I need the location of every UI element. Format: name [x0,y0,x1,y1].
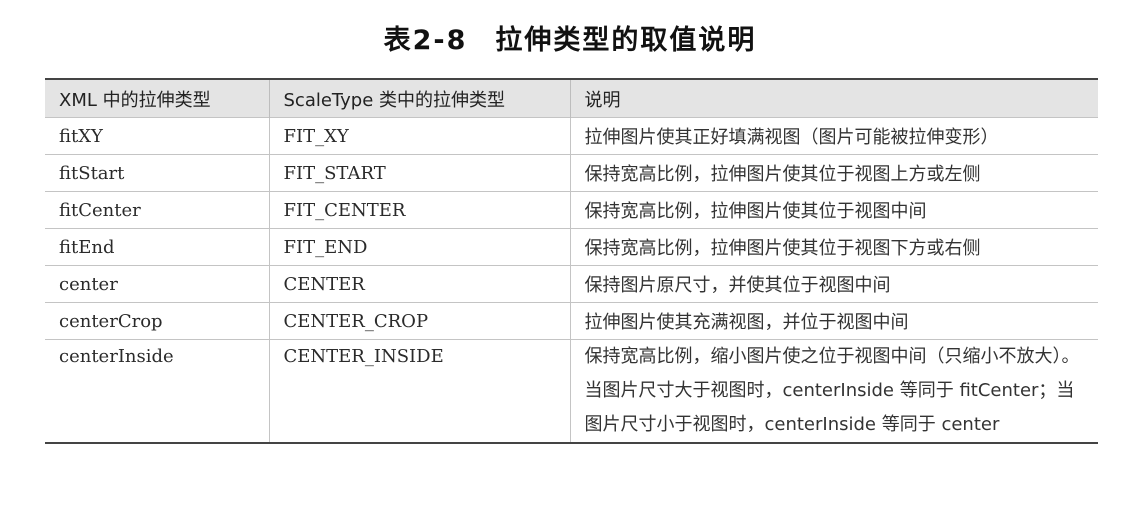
description-cell: 保持宽高比例，缩小图片使之位于视图中间（只缩小不放大）。当图片尺寸大于视图时，c… [570,339,1098,443]
scaletype-cell: FIT_CENTER [269,191,571,229]
table-row: centerCrop CENTER_CROP 拉伸图片使其充满视图，并位于视图中… [45,302,1098,340]
table-row: fitXY FIT_XY 拉伸图片使其正好填满视图（图片可能被拉伸变形） [45,117,1098,155]
xml-type-cell: center [45,265,270,303]
scaletype-cell: CENTER_CROP [269,302,571,340]
table-row: centerInside CENTER_INSIDE 保持宽高比例，缩小图片使之… [45,339,1098,443]
scaletype-cell: CENTER_INSIDE [269,339,571,443]
description-cell: 保持宽高比例，拉伸图片使其位于视图中间 [570,191,1098,229]
xml-type-cell: fitEnd [45,228,270,266]
description-cell: 保持宽高比例，拉伸图片使其位于视图下方或右侧 [570,228,1098,266]
xml-type-cell: fitCenter [45,191,270,229]
header-xml-type: XML 中的拉伸类型 [45,79,270,118]
scaletype-cell: FIT_XY [269,117,571,155]
table-row: center CENTER 保持图片原尺寸，并使其位于视图中间 [45,265,1098,303]
header-description: 说明 [570,79,1098,118]
description-cell: 拉伸图片使其充满视图，并位于视图中间 [570,302,1098,340]
xml-type-cell: centerInside [45,339,270,443]
scale-type-table: XML 中的拉伸类型 ScaleType 类中的拉伸类型 说明 fitXY FI… [45,78,1098,444]
table-title: 拉伸类型的取值说明 [495,25,757,56]
xml-type-cell: fitStart [45,154,270,192]
table-row: fitCenter FIT_CENTER 保持宽高比例，拉伸图片使其位于视图中间 [45,191,1098,229]
table-number: 表2-8 [383,25,468,56]
table-header-row: XML 中的拉伸类型 ScaleType 类中的拉伸类型 说明 [45,79,1098,118]
table-caption: 表2-8 拉伸类型的取值说明 [0,18,1140,57]
description-cell: 拉伸图片使其正好填满视图（图片可能被拉伸变形） [570,117,1098,155]
description-cell: 保持宽高比例，拉伸图片使其位于视图上方或左侧 [570,154,1098,192]
header-scaletype: ScaleType 类中的拉伸类型 [269,79,571,118]
table-row: fitEnd FIT_END 保持宽高比例，拉伸图片使其位于视图下方或右侧 [45,228,1098,266]
table-row: fitStart FIT_START 保持宽高比例，拉伸图片使其位于视图上方或左… [45,154,1098,192]
xml-type-cell: centerCrop [45,302,270,340]
description-cell: 保持图片原尺寸，并使其位于视图中间 [570,265,1098,303]
scaletype-cell: CENTER [269,265,571,303]
xml-type-cell: fitXY [45,117,270,155]
scaletype-cell: FIT_START [269,154,571,192]
scaletype-cell: FIT_END [269,228,571,266]
